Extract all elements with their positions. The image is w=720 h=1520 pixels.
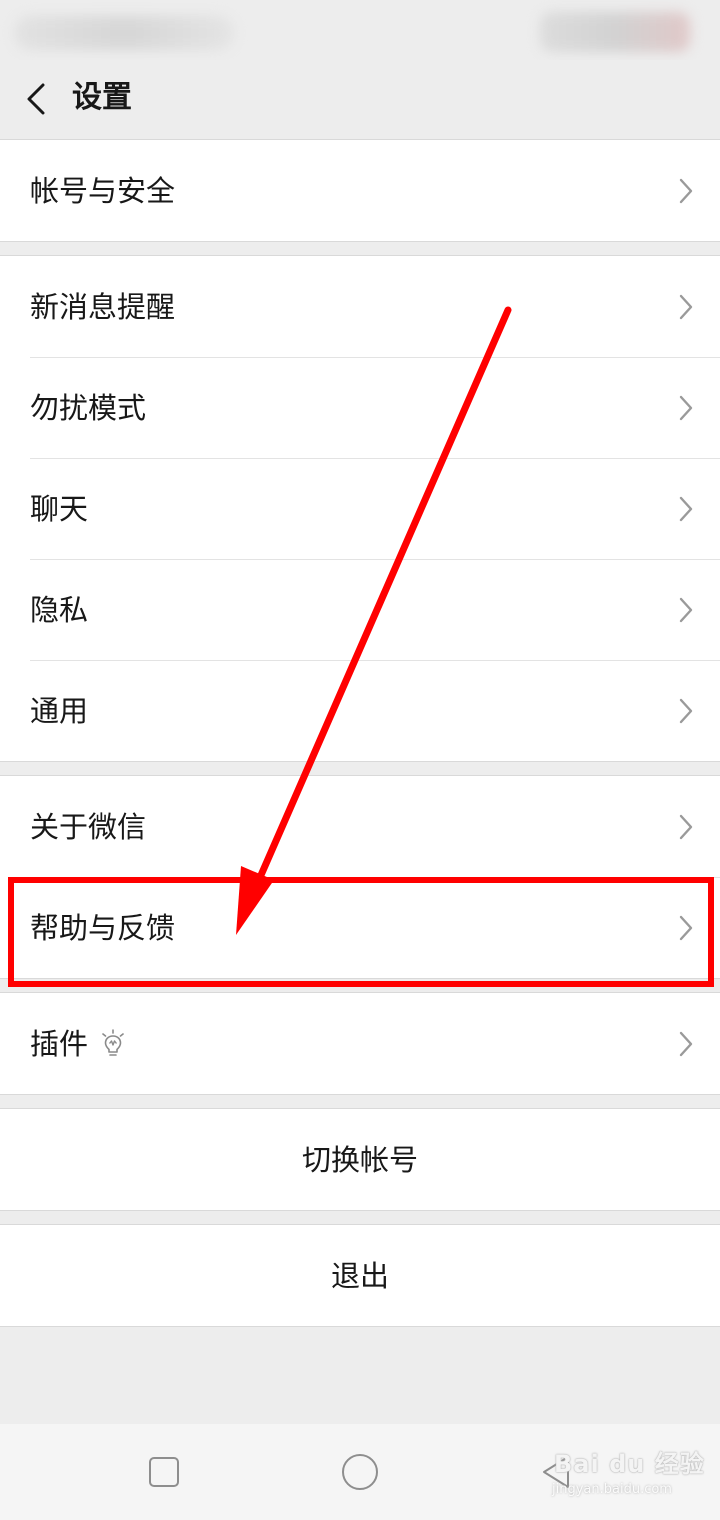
chevron-right-icon [679,698,693,723]
settings-group-about: 关于微信 帮助与反馈 [0,775,720,979]
settings-item-account-security[interactable]: 帐号与安全 [0,140,720,241]
switch-account-label: 切换帐号 [301,1142,418,1177]
square-icon[interactable] [144,1452,184,1492]
status-bar [0,0,720,60]
chevron-right-icon [679,496,693,521]
status-bar-blurred-info [14,16,234,50]
triangle-back-icon[interactable] [536,1452,576,1492]
page-title: 设置 [72,80,132,115]
settings-item-general[interactable]: 通用 [0,660,720,761]
logout-button[interactable]: 退出 [0,1225,720,1326]
settings-item-plugins[interactable]: 插件 [0,993,720,1094]
logout-label: 退出 [330,1258,389,1293]
back-button[interactable] [14,74,58,124]
settings-item-label: 插件 [30,1026,89,1061]
settings-item-new-message-alerts[interactable]: 新消息提醒 [0,256,720,357]
settings-item-label: 新消息提醒 [30,289,176,324]
chevron-right-icon [679,597,693,622]
settings-item-label: 帐号与安全 [30,173,176,208]
settings-item-label: 聊天 [30,491,89,526]
settings-item-privacy[interactable]: 隐私 [0,559,720,660]
settings-item-label: 关于微信 [30,809,147,844]
chevron-right-icon [679,915,693,940]
settings-item-do-not-disturb[interactable]: 勿扰模式 [0,357,720,458]
settings-item-about-wechat[interactable]: 关于微信 [0,776,720,877]
settings-group-plugins: 插件 [0,992,720,1095]
settings-item-help-feedback[interactable]: 帮助与反馈 [0,877,720,978]
chevron-right-icon [679,814,693,839]
chevron-right-icon [679,178,693,203]
settings-item-chat[interactable]: 聊天 [0,458,720,559]
switch-account-button[interactable]: 切换帐号 [0,1109,720,1210]
settings-item-label: 帮助与反馈 [30,910,176,945]
chevron-right-icon [679,294,693,319]
lightbulb-icon [102,1028,124,1056]
chevron-left-icon [27,83,45,115]
system-nav-bar [0,1424,720,1520]
switch-account-group: 切换帐号 [0,1108,720,1211]
circle-icon[interactable] [340,1452,380,1492]
settings-item-label: 通用 [30,693,89,728]
settings-item-label: 勿扰模式 [30,390,147,425]
logout-group: 退出 [0,1224,720,1327]
settings-group-preferences: 新消息提醒 勿扰模式 聊天 隐私 通用 [0,255,720,762]
chevron-right-icon [679,395,693,420]
nav-bar: 设置 [0,60,720,138]
settings-item-label: 隐私 [30,592,89,627]
status-bar-blurred-indicators [540,12,690,52]
settings-group-account: 帐号与安全 [0,139,720,242]
chevron-right-icon [679,1031,693,1056]
